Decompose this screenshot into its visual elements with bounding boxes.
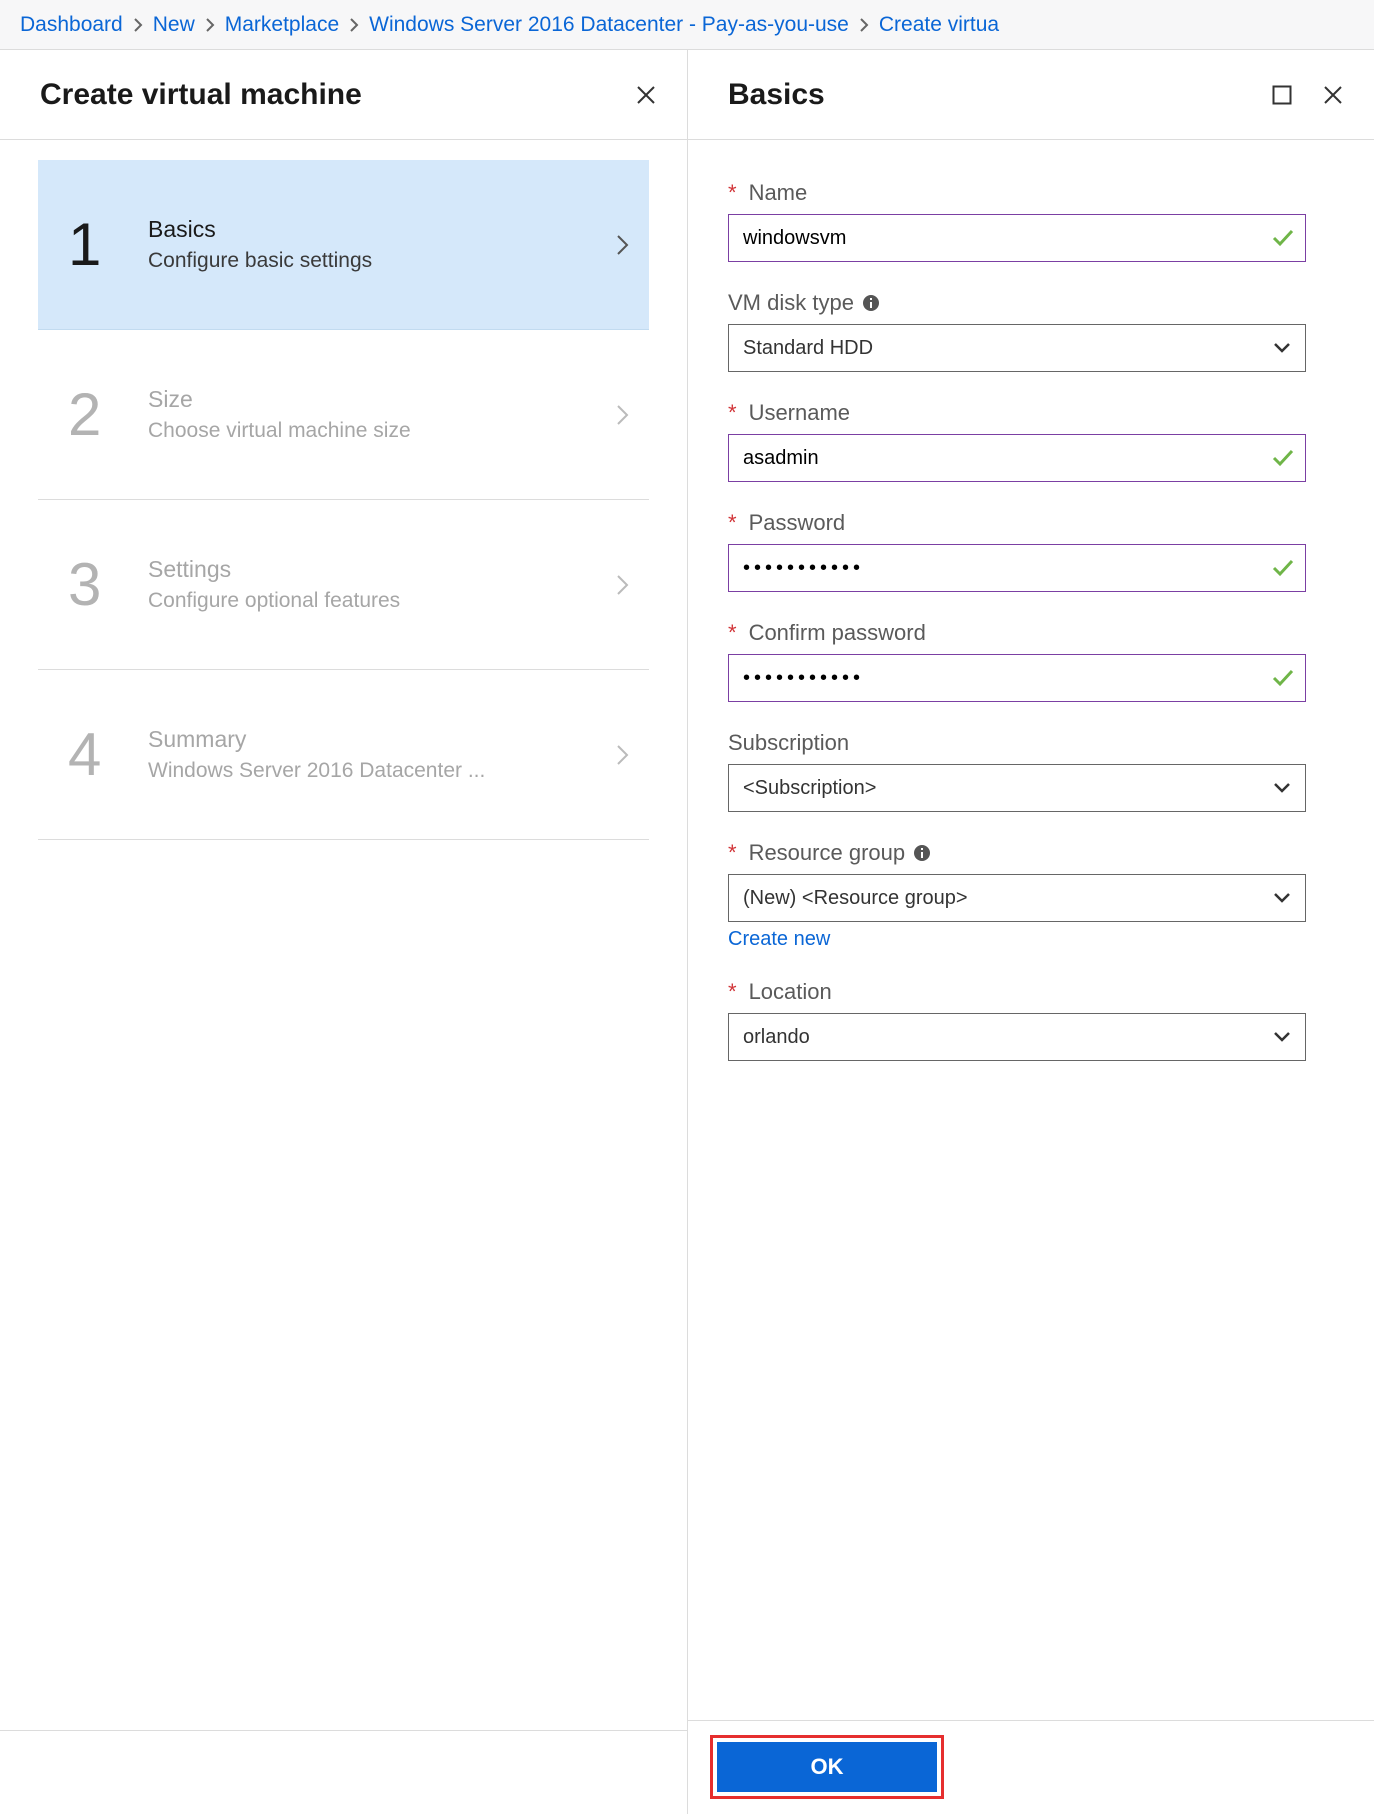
chevron-down-icon: [1272, 781, 1292, 795]
step-settings[interactable]: 3 Settings Configure optional features: [38, 500, 649, 670]
info-icon[interactable]: [913, 844, 931, 862]
chevron-right-icon: [615, 743, 629, 767]
location-select[interactable]: orlando: [728, 1013, 1306, 1061]
chevron-right-icon: [123, 17, 153, 33]
chevron-right-icon: [849, 17, 879, 33]
subscription-select[interactable]: <Subscription>: [728, 764, 1306, 812]
step-number: 2: [68, 380, 148, 449]
username-label: *Username: [728, 400, 1334, 426]
chevron-right-icon: [615, 573, 629, 597]
disk-type-select[interactable]: Standard HDD: [728, 324, 1306, 372]
step-basics[interactable]: 1 Basics Configure basic settings: [38, 160, 649, 330]
chevron-down-icon: [1272, 1030, 1292, 1044]
name-input[interactable]: [728, 214, 1306, 262]
chevron-down-icon: [1272, 891, 1292, 905]
check-icon: [1272, 449, 1294, 467]
right-panel: Basics *Name: [688, 50, 1374, 1814]
step-summary[interactable]: 4 Summary Windows Server 2016 Datacenter…: [38, 670, 649, 840]
check-icon: [1272, 669, 1294, 687]
breadcrumb-item-product[interactable]: Windows Server 2016 Datacenter - Pay-as-…: [369, 13, 849, 37]
right-panel-title: Basics: [728, 78, 1272, 112]
step-title: Size: [148, 386, 615, 414]
breadcrumb-item-dashboard[interactable]: Dashboard: [20, 13, 123, 37]
ok-button-highlight: OK: [710, 1735, 944, 1799]
breadcrumb-item-new[interactable]: New: [153, 13, 195, 37]
step-subtitle: Windows Server 2016 Datacenter ...: [148, 759, 508, 783]
confirm-password-label: *Confirm password: [728, 620, 1334, 646]
left-panel-footer: [0, 1730, 687, 1814]
confirm-password-input[interactable]: [728, 654, 1306, 702]
chevron-down-icon: [1272, 341, 1292, 355]
resource-group-select[interactable]: (New) <Resource group>: [728, 874, 1306, 922]
right-panel-footer: OK: [688, 1720, 1374, 1814]
chevron-right-icon: [339, 17, 369, 33]
check-icon: [1272, 229, 1294, 247]
chevron-right-icon: [615, 233, 629, 257]
resource-group-label: *Resource group: [728, 840, 1334, 866]
step-subtitle: Choose virtual machine size: [148, 419, 508, 443]
info-icon[interactable]: [862, 294, 880, 312]
left-panel: Create virtual machine 1 Basics Configur…: [0, 50, 688, 1814]
step-number: 1: [68, 210, 148, 279]
breadcrumb-item-create[interactable]: Create virtua: [879, 13, 999, 37]
close-icon[interactable]: [635, 84, 657, 106]
chevron-right-icon: [195, 17, 225, 33]
step-subtitle: Configure basic settings: [148, 249, 508, 273]
create-new-link[interactable]: Create new: [728, 928, 830, 951]
basics-form: *Name VM disk type Standard HDD: [688, 140, 1374, 1720]
subscription-label: Subscription: [728, 730, 1334, 756]
steps-list: 1 Basics Configure basic settings 2 Size…: [0, 140, 687, 840]
maximize-icon[interactable]: [1272, 85, 1292, 105]
username-input[interactable]: [728, 434, 1306, 482]
location-label: *Location: [728, 979, 1334, 1005]
disk-label: VM disk type: [728, 290, 1334, 316]
left-panel-title: Create virtual machine: [40, 78, 635, 112]
step-number: 3: [68, 550, 148, 619]
password-input[interactable]: [728, 544, 1306, 592]
step-size[interactable]: 2 Size Choose virtual machine size: [38, 330, 649, 500]
password-label: *Password: [728, 510, 1334, 536]
step-title: Summary: [148, 726, 615, 754]
breadcrumb: Dashboard New Marketplace Windows Server…: [0, 0, 1374, 50]
step-title: Settings: [148, 556, 615, 584]
close-icon[interactable]: [1322, 84, 1344, 106]
check-icon: [1272, 559, 1294, 577]
ok-button[interactable]: OK: [717, 1742, 937, 1792]
step-number: 4: [68, 720, 148, 789]
chevron-right-icon: [615, 403, 629, 427]
step-title: Basics: [148, 216, 615, 244]
breadcrumb-item-marketplace[interactable]: Marketplace: [225, 13, 339, 37]
name-label: *Name: [728, 180, 1334, 206]
step-subtitle: Configure optional features: [148, 589, 508, 613]
